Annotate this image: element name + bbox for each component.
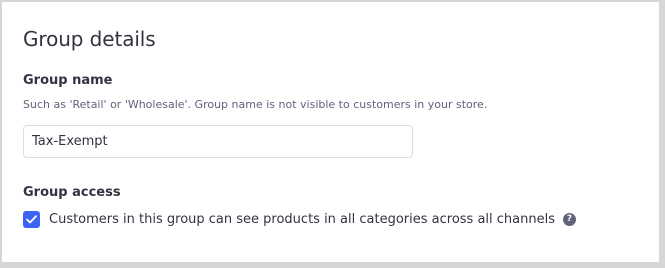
- group-name-input[interactable]: [23, 125, 413, 158]
- checkmark-icon: [26, 214, 37, 223]
- group-access-option[interactable]: Customers in this group can see products…: [23, 209, 576, 229]
- question-circle-icon[interactable]: ?: [563, 212, 576, 226]
- group-name-help-text: Such as 'Retail' or 'Wholesale'. Group n…: [23, 98, 488, 111]
- card-title: Group details: [23, 27, 156, 51]
- group-access-label: Group access: [23, 185, 121, 200]
- all-categories-checkbox[interactable]: [23, 210, 40, 228]
- group-name-label: Group name: [23, 73, 113, 88]
- page-frame: Group details Group name Such as 'Retail…: [0, 0, 665, 268]
- group-details-card: Group details Group name Such as 'Retail…: [2, 2, 659, 262]
- all-categories-checkbox-label[interactable]: Customers in this group can see products…: [49, 212, 555, 227]
